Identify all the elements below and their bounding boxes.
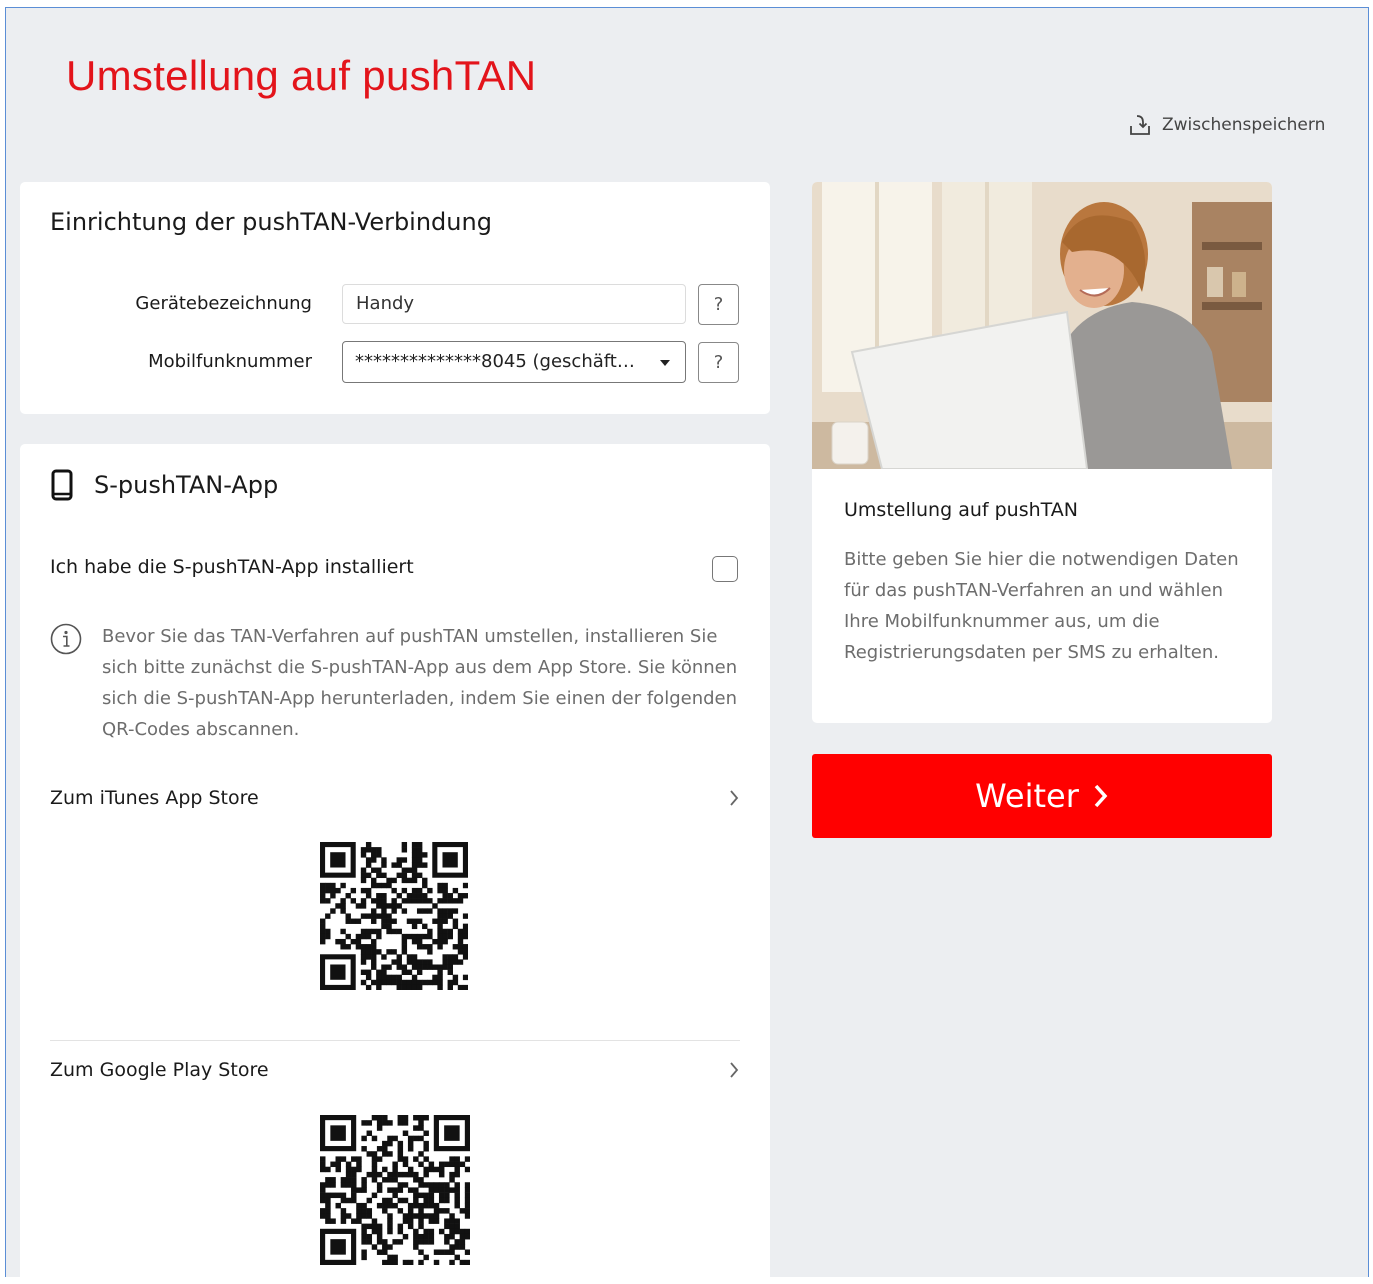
app-installed-checkbox[interactable] xyxy=(712,556,738,582)
info-panel-title: Umstellung auf pushTAN xyxy=(844,499,1078,521)
chevron-right-icon xyxy=(730,1062,739,1078)
phone-number-select[interactable]: **************8045 (geschäft… xyxy=(342,341,686,383)
itunes-store-link[interactable]: Zum iTunes App Store xyxy=(50,783,740,813)
save-draft-label: Zwischenspeichern xyxy=(1162,115,1326,135)
download-tray-icon xyxy=(1130,115,1150,135)
pushtan-app-card: S-pushTAN-App Ich habe die S-pushTAN-App… xyxy=(20,444,770,1284)
install-info: Bevor Sie das TAN-Verfahren auf pushTAN … xyxy=(50,621,742,745)
smartphone-icon xyxy=(51,469,73,501)
next-button-label: Weiter xyxy=(975,777,1079,815)
device-name-input[interactable]: Handy xyxy=(342,284,686,324)
app-heading: S-pushTAN-App xyxy=(94,471,279,499)
itunes-qr-code xyxy=(320,842,468,990)
info-panel: Umstellung auf pushTAN Bitte geben Sie h… xyxy=(812,182,1272,723)
chevron-right-icon xyxy=(730,790,739,806)
app-title-row: S-pushTAN-App xyxy=(50,468,278,502)
app-window: Umstellung auf pushTAN Zwischenspeichern… xyxy=(5,7,1369,1284)
device-help-button[interactable]: ? xyxy=(698,284,739,325)
info-panel-body: Bitte geben Sie hier die notwendigen Dat… xyxy=(844,549,1239,663)
google-play-qr-code xyxy=(320,1115,470,1265)
app-installed-label: Ich habe die S-pushTAN-App installiert xyxy=(50,556,414,578)
setup-card: Einrichtung der pushTAN-Verbindung Gerät… xyxy=(20,182,770,414)
google-play-store-label: Zum Google Play Store xyxy=(50,1059,269,1081)
itunes-store-label: Zum iTunes App Store xyxy=(50,787,259,809)
next-button[interactable]: Weiter xyxy=(812,754,1272,838)
device-label: Gerätebezeichnung xyxy=(135,293,312,314)
woman-laptop-photo xyxy=(812,182,1272,469)
install-info-text: Bevor Sie das TAN-Verfahren auf pushTAN … xyxy=(102,626,738,740)
google-play-store-link[interactable]: Zum Google Play Store xyxy=(50,1055,740,1085)
caret-down-icon xyxy=(660,360,670,366)
store-divider xyxy=(50,1040,740,1041)
save-draft-link[interactable]: Zwischenspeichern xyxy=(1128,112,1325,138)
phone-label: Mobilfunknummer xyxy=(148,351,312,372)
phone-number-value: **************8045 (geschäft… xyxy=(355,351,635,372)
chevron-right-icon xyxy=(1094,784,1108,808)
page-title: Umstellung auf pushTAN xyxy=(66,52,537,99)
setup-heading: Einrichtung der pushTAN-Verbindung xyxy=(50,208,492,236)
phone-help-button[interactable]: ? xyxy=(698,342,739,383)
info-circle-icon xyxy=(50,623,82,655)
